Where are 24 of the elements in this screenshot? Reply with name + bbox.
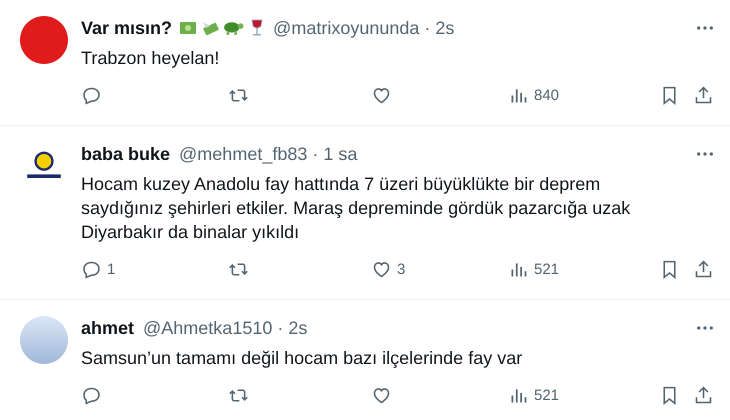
tweet-text: Hocam kuzey Anadolu fay hattında 7 üzeri büyüklükte bir deprem saydığınız şehirleri etkiler. Maraş depreminde gördük pazarcığa uzak Diyarbakır da binalar yıkıldı <box>81 173 632 244</box>
tweet-text: Samsun’un tamamı değil hocam bazı ilçelerinde fay var <box>81 347 524 370</box>
share-icon[interactable] <box>693 84 714 106</box>
handle-and-time: @mehmet_fb83 · 1 sa <box>179 144 358 164</box>
share-icon[interactable] <box>693 384 714 406</box>
reply-icon[interactable] <box>81 84 102 106</box>
view-count: 521 <box>534 260 560 278</box>
display-name[interactable]: ahmet <box>81 318 134 338</box>
handle-and-time: @matrixoyununda · 2s <box>273 18 454 38</box>
like-count: 3 <box>397 260 406 278</box>
view-count: 521 <box>534 386 560 404</box>
reply-icon[interactable] <box>81 258 102 280</box>
more-options-icon[interactable] <box>696 325 714 331</box>
view-count: 840 <box>534 86 560 104</box>
share-icon[interactable] <box>693 258 714 280</box>
more-options-icon[interactable] <box>696 151 714 157</box>
display-name[interactable]: Var mısın? <box>81 18 172 38</box>
reply-icon[interactable] <box>81 384 102 406</box>
handle-and-time: @Ahmetka1510 · 2s <box>143 318 308 338</box>
more-options-icon[interactable] <box>696 25 714 31</box>
display-name[interactable]: baba buke <box>81 144 170 164</box>
turtle-icon <box>224 21 244 35</box>
reply-count: 1 <box>107 260 116 278</box>
tweet-text: Trabzon heyelan! <box>81 47 220 70</box>
